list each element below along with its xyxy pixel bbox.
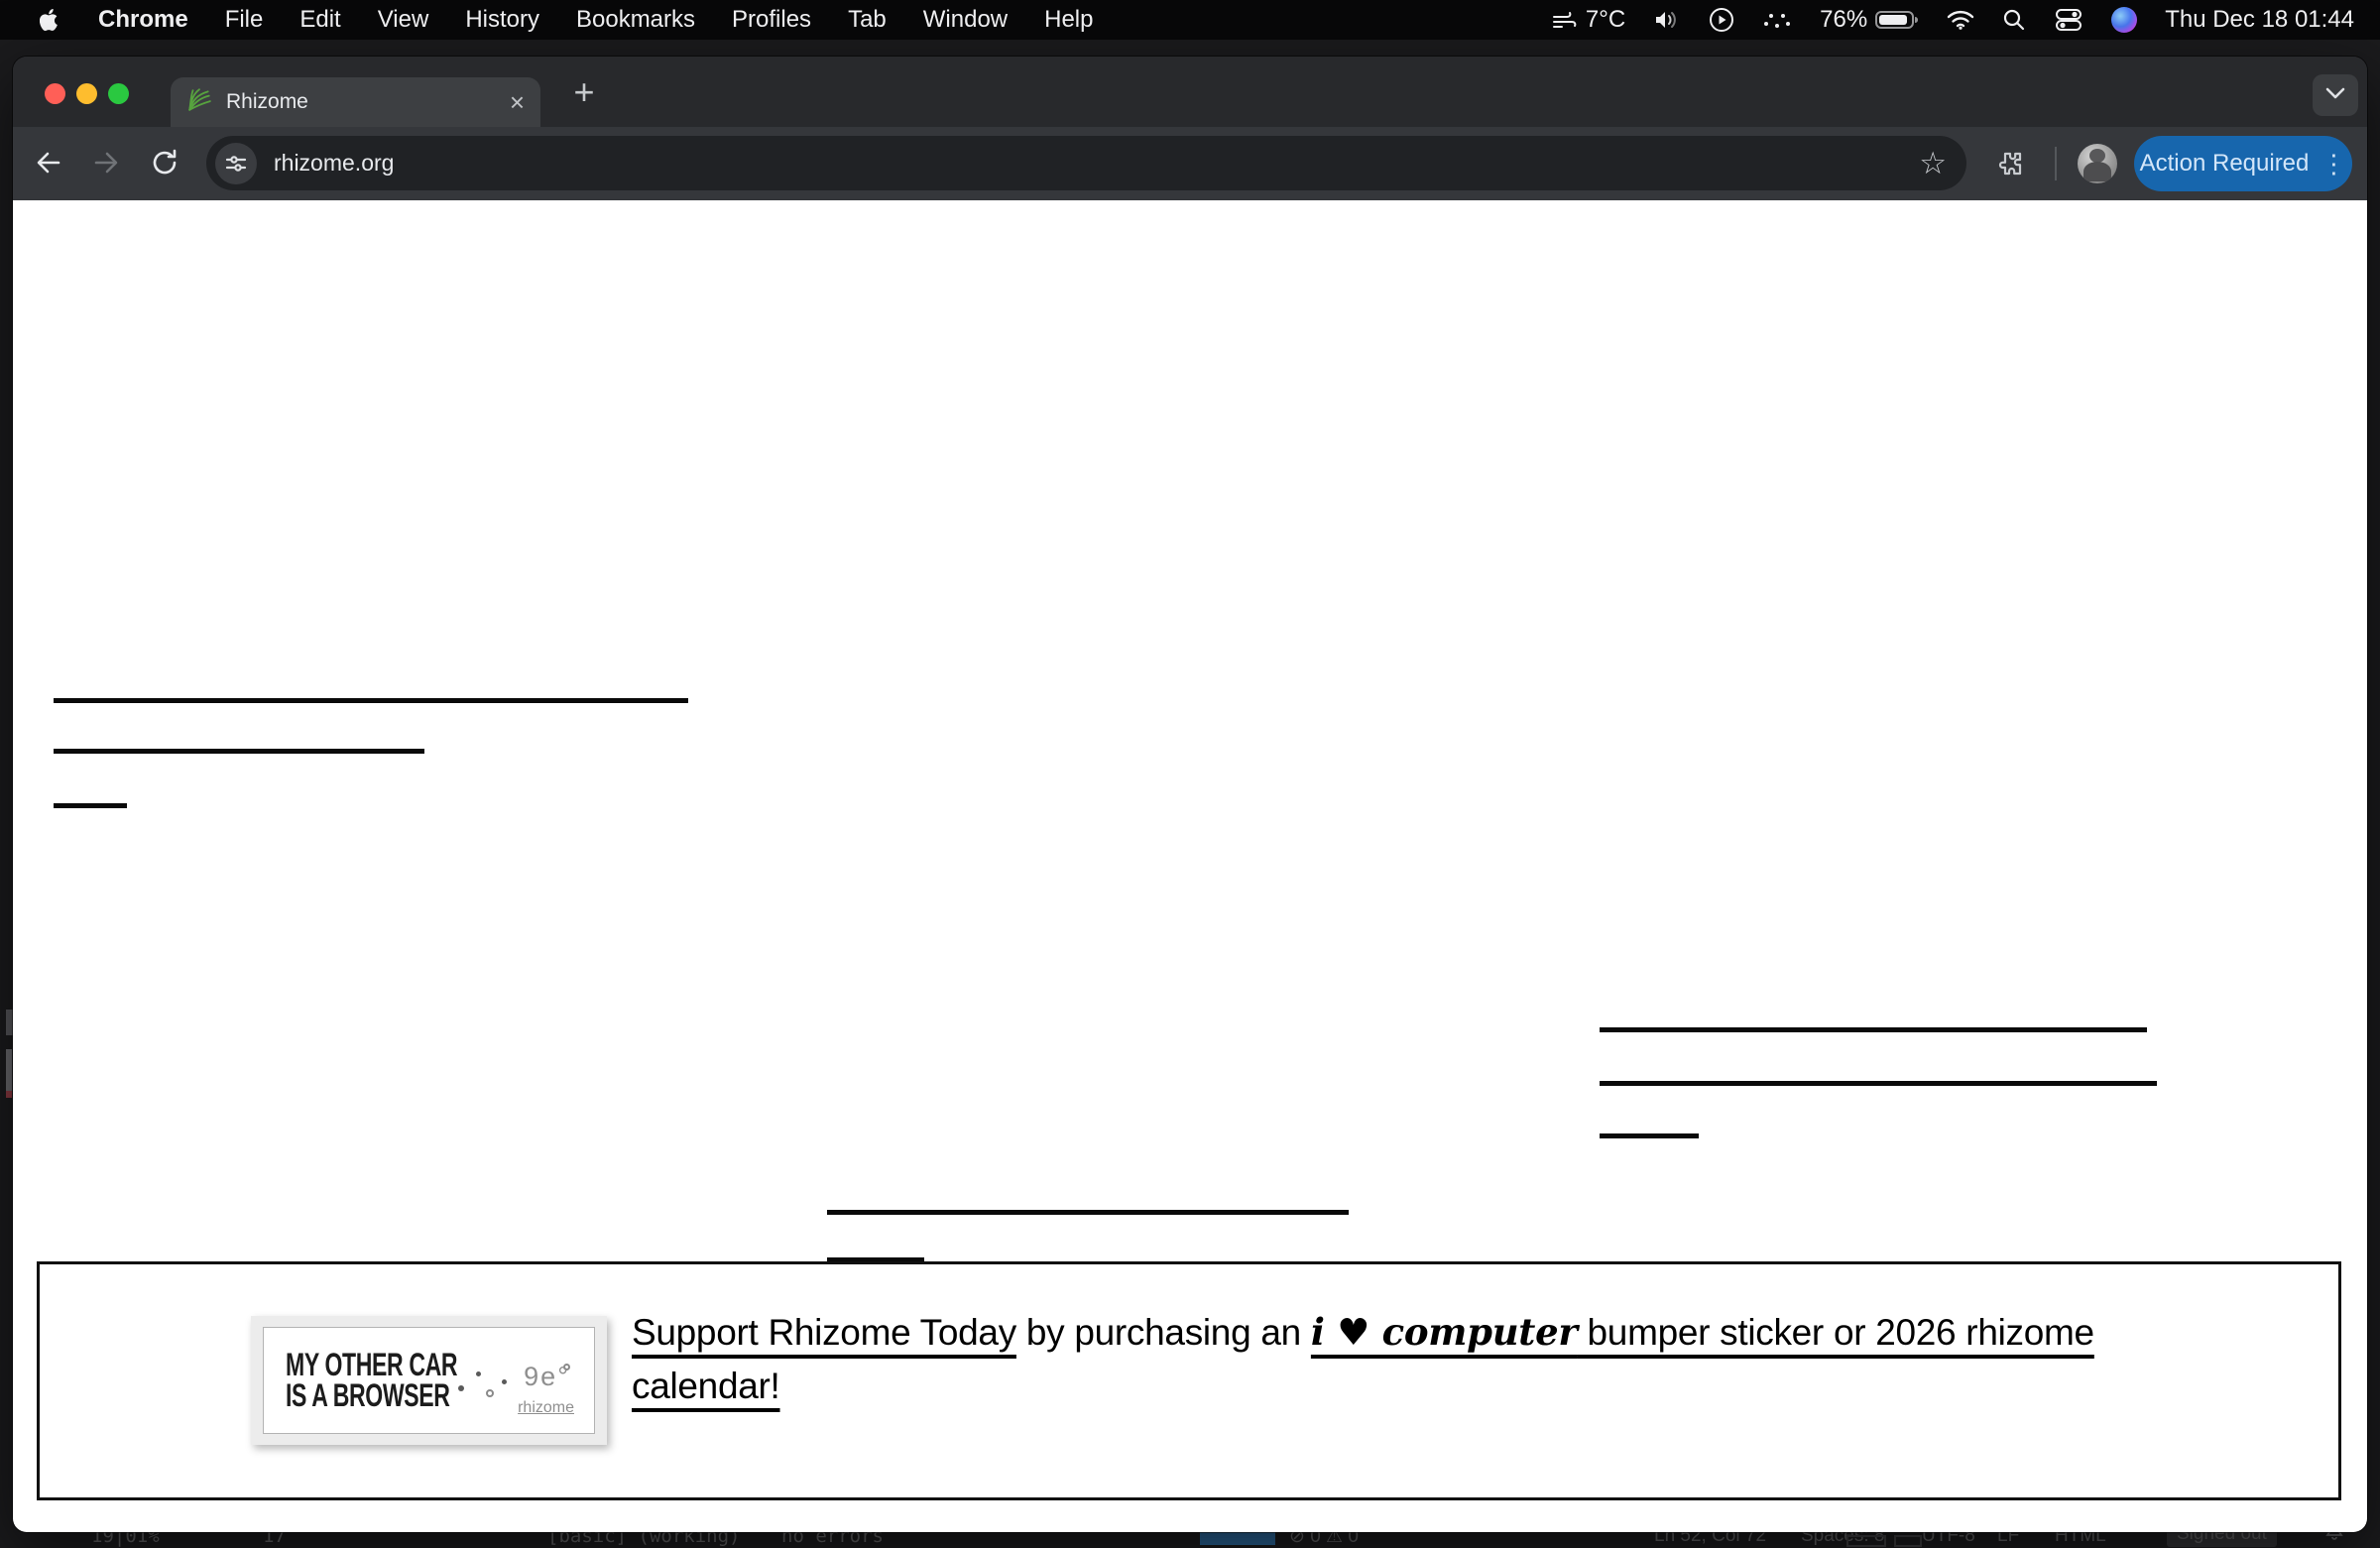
- support-headline: Support Rhizome Today by purchasing an i…: [632, 1306, 2318, 1412]
- spotlight-search-icon[interactable]: [2002, 8, 2026, 32]
- placeholder-line: [54, 803, 127, 808]
- action-required-button[interactable]: Action Required ⋮: [2134, 136, 2352, 191]
- battery-percent-label: 76%: [1820, 6, 1867, 34]
- temperature-label: 7°C: [1586, 6, 1625, 34]
- menubar-item-help[interactable]: Help: [1044, 6, 1093, 34]
- menubar-clock[interactable]: Thu Dec 18 01:44: [2165, 6, 2354, 34]
- battery-status[interactable]: 76%: [1820, 6, 1919, 34]
- panel-icon-fragment: [1894, 1535, 1922, 1547]
- rhizome-favicon: [186, 87, 212, 118]
- toolbar-divider: [2055, 147, 2057, 180]
- bumper-sticker-link[interactable]: bumper sticker or 2026 rhizome: [1578, 1312, 2094, 1353]
- play-circle-icon[interactable]: [1709, 7, 1734, 33]
- menubar-app-name[interactable]: Chrome: [98, 6, 188, 34]
- calendar-link[interactable]: calendar!: [632, 1366, 780, 1406]
- sticker-line2: IS A BROWSER: [286, 1380, 457, 1411]
- i-love-computer-link[interactable]: i ♥ computer: [1311, 1310, 1578, 1354]
- tab-title: Rhizome: [226, 90, 496, 114]
- forward-icon[interactable]: [90, 147, 122, 183]
- close-window-button[interactable]: [45, 83, 65, 104]
- menubar-item-edit[interactable]: Edit: [299, 6, 340, 34]
- control-center-icon[interactable]: [2054, 8, 2083, 32]
- page-content: MY OTHER CAR IS A BROWSER 9e° rhizome: [13, 200, 2367, 1532]
- tab-close-icon[interactable]: ×: [510, 89, 525, 115]
- url-text[interactable]: rhizome.org: [274, 150, 1919, 177]
- browser-window: Rhizome × + rhizome.org ☆ Action Require…: [13, 57, 2367, 1532]
- sticker-line1: MY OTHER CAR: [286, 1350, 457, 1380]
- back-icon[interactable]: [33, 147, 64, 183]
- menubar-item-profiles[interactable]: Profiles: [732, 6, 811, 34]
- dotted-keyboard-icon[interactable]: [1762, 9, 1792, 31]
- tab-strip: Rhizome × +: [13, 57, 2367, 127]
- menubar-item-bookmarks[interactable]: Bookmarks: [576, 6, 695, 34]
- wifi-icon[interactable]: [1947, 9, 1974, 31]
- placeholder-line: [1600, 1133, 1699, 1138]
- tab-rhizome[interactable]: Rhizome ×: [171, 77, 540, 127]
- placeholder-line: [54, 698, 688, 703]
- weather-status[interactable]: 7°C: [1552, 6, 1625, 34]
- panel-icon-fragment: [1846, 1535, 1886, 1547]
- volume-icon[interactable]: [1653, 9, 1681, 31]
- macos-menu-bar: Chrome File Edit View History Bookmarks …: [0, 0, 2380, 40]
- site-settings-icon[interactable]: [215, 143, 257, 184]
- siri-icon[interactable]: [2111, 7, 2137, 33]
- zoom-window-button[interactable]: [108, 83, 129, 104]
- browser-toolbar: rhizome.org ☆ Action Required ⋮: [13, 127, 2367, 200]
- apple-logo-icon[interactable]: [40, 7, 61, 33]
- new-tab-button[interactable]: +: [561, 69, 607, 115]
- placeholder-line: [1600, 1081, 2157, 1086]
- extensions-icon[interactable]: [1995, 148, 2027, 184]
- battery-icon: [1875, 9, 1919, 31]
- rhizome-logo-text[interactable]: rhizome: [518, 1399, 574, 1417]
- menubar-item-tab[interactable]: Tab: [848, 6, 887, 34]
- menubar-item-history[interactable]: History: [465, 6, 539, 34]
- bookmark-star-icon[interactable]: ☆: [1919, 148, 1947, 179]
- action-required-label: Action Required: [2140, 150, 2310, 178]
- support-rhizome-link[interactable]: Support Rhizome Today: [632, 1312, 1016, 1353]
- placeholder-line: [1600, 1027, 2147, 1032]
- support-banner: MY OTHER CAR IS A BROWSER 9e° rhizome: [37, 1261, 2341, 1500]
- reload-icon[interactable]: [149, 147, 180, 183]
- chevron-down-icon: [2324, 86, 2346, 105]
- minimize-window-button[interactable]: [76, 83, 97, 104]
- profile-avatar[interactable]: [2078, 144, 2117, 183]
- placeholder-line: [827, 1210, 1349, 1215]
- placeholder-line: [54, 749, 424, 754]
- address-bar[interactable]: rhizome.org ☆: [206, 136, 1966, 190]
- menubar-item-view[interactable]: View: [378, 6, 429, 34]
- bumper-sticker-image[interactable]: MY OTHER CAR IS A BROWSER 9e° rhizome: [251, 1316, 607, 1445]
- kebab-menu-icon[interactable]: ⋮: [2320, 149, 2346, 179]
- menubar-item-file[interactable]: File: [225, 6, 264, 34]
- rhizome-logo-glyphs: 9e°: [524, 1362, 570, 1392]
- tab-search-button[interactable]: [2313, 74, 2358, 116]
- menubar-item-window[interactable]: Window: [923, 6, 1008, 34]
- headline-middle-text: by purchasing an: [1016, 1312, 1311, 1353]
- wind-icon: [1552, 9, 1578, 31]
